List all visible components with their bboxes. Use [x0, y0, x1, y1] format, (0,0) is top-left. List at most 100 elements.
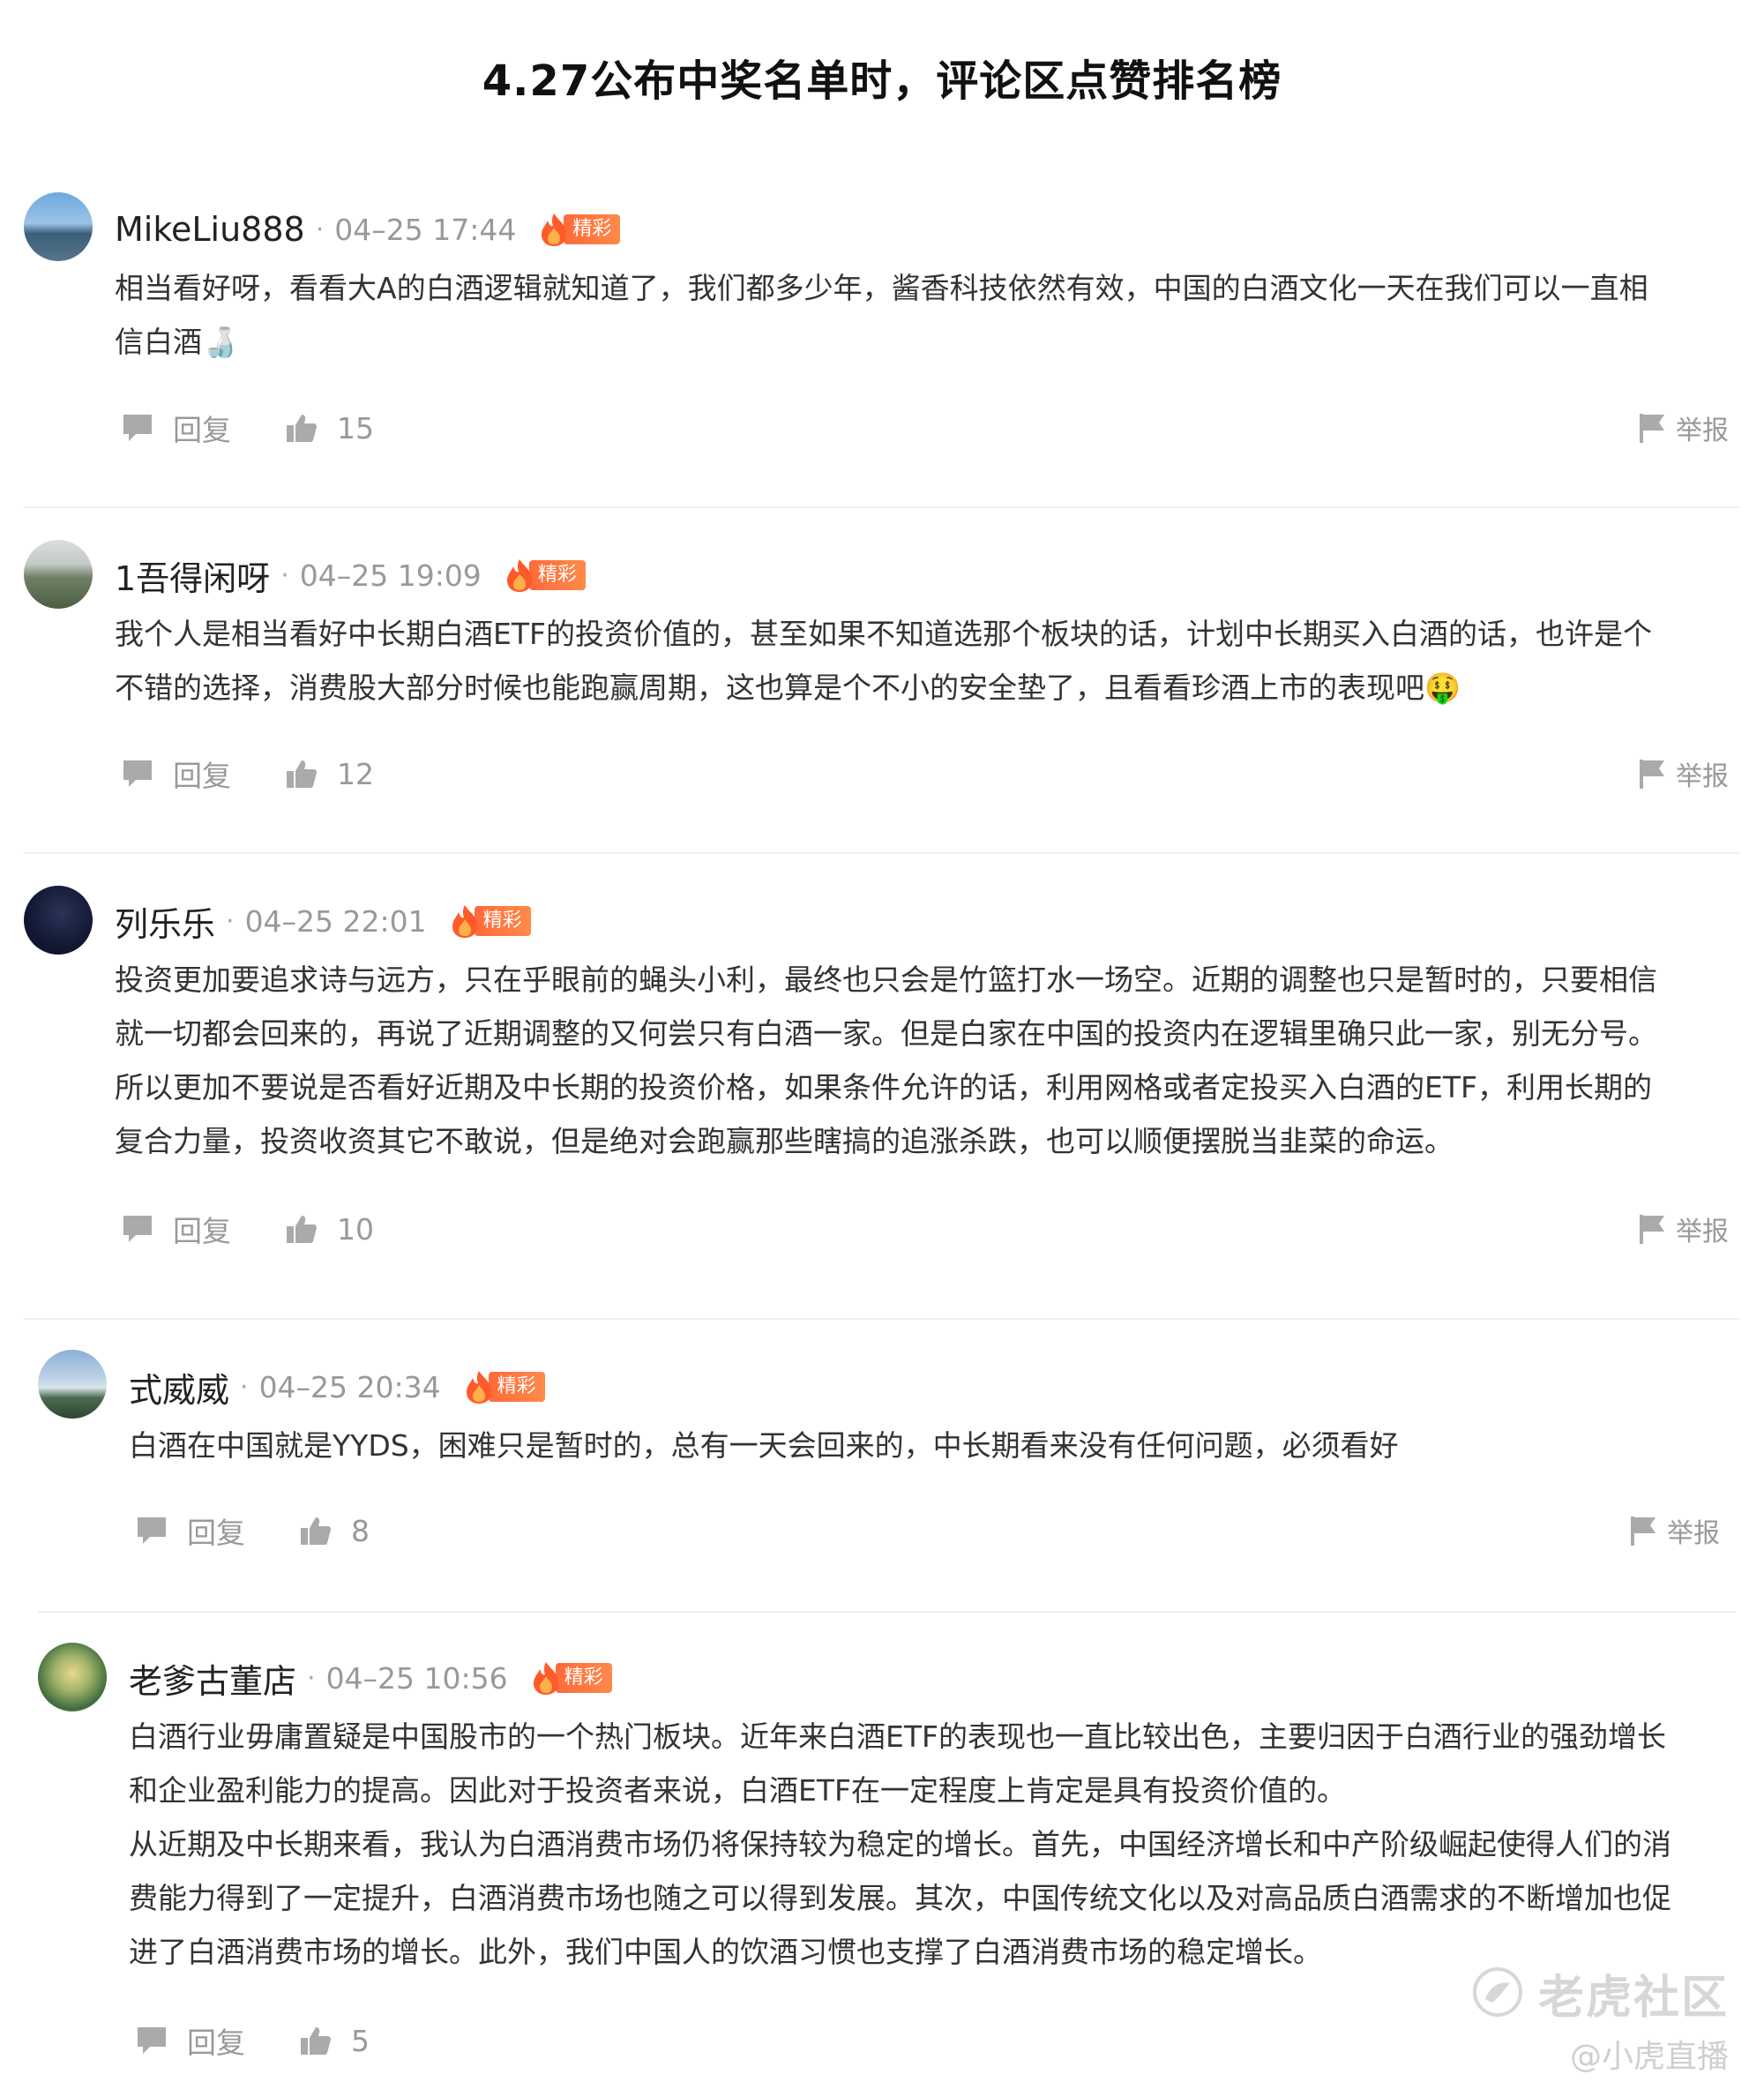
- watermark: 老虎社区: [1471, 1960, 1729, 2026]
- thumbs-up-icon: [286, 759, 318, 789]
- timestamp: 04–25 22:01: [244, 903, 427, 939]
- comment-actions: 回复 12 举报: [115, 752, 1738, 796]
- page-title: 4.27公布中奖名单时，评论区点赞排名榜: [482, 56, 1282, 106]
- comment-body: 白酒行业毋庸置疑是中国股市的一个热门板块。近年来白酒ETF的表现也一直比较出色，…: [129, 1710, 1743, 1979]
- reply-label: 回复: [173, 759, 231, 793]
- comment-line: 从近期及中长期来看，我认为白酒消费市场仍将保持较为稳定的增长。首先，中国经济增长…: [129, 1827, 1671, 1861]
- report-button[interactable]: 举报: [1630, 1511, 1720, 1550]
- timestamp: 04–25 10:56: [325, 1660, 508, 1696]
- avatar[interactable]: [38, 1643, 107, 1711]
- report-button[interactable]: 举报: [1639, 408, 1729, 447]
- report-label: 举报: [1676, 1217, 1729, 1247]
- watermark-brand: 老虎社区: [1537, 1972, 1729, 2025]
- divider: [38, 1611, 1736, 1613]
- like-button[interactable]: 12: [286, 757, 374, 791]
- comment-line: 费能力得到了一定提升，白酒消费市场也随之可以得到发展。其次，中国传统文化以及对高…: [129, 1881, 1671, 1915]
- watermark-sub: @小虎直播: [1569, 2039, 1729, 2075]
- featured-badge: 精彩: [450, 903, 531, 939]
- reply-label: 回复: [187, 1516, 245, 1550]
- avatar[interactable]: [24, 540, 93, 609]
- timestamp: 04–25 17:44: [334, 212, 517, 247]
- comment-line: 我个人是相当看好中长期白酒ETF的投资价值的，甚至如果不知道选那个板块的话，计划…: [115, 617, 1652, 651]
- comment-line: 相当看好呀，看看大A的白酒逻辑就知道了，我们都多少年，酱香科技依然有效，中国的白…: [115, 271, 1648, 305]
- flame-icon: [464, 1369, 494, 1404]
- avatar[interactable]: [24, 886, 93, 955]
- tiger-logo-icon: [1471, 1966, 1524, 2022]
- username[interactable]: 式威威: [129, 1363, 229, 1412]
- comment-actions: 回复 10 举报: [115, 1207, 1738, 1251]
- separator-dot: ·: [240, 1371, 249, 1403]
- flag-icon: [1630, 1516, 1656, 1546]
- badge-label: 精彩: [564, 214, 621, 244]
- separator-dot: ·: [315, 213, 325, 245]
- username[interactable]: 列乐乐: [115, 897, 215, 946]
- flame-icon: [450, 903, 480, 939]
- comment-line: 信白酒🍶: [115, 325, 239, 359]
- comment-body: 投资更加要追求诗与远方，只在乎眼前的蝇头小利，最终也只会是竹篮打水一场空。近期的…: [115, 953, 1729, 1168]
- timestamp: 04–25 20:34: [258, 1369, 441, 1404]
- reply-button[interactable]: 回复: [122, 1208, 231, 1250]
- comment-line: 投资更加要追求诗与远方，只在乎眼前的蝇头小利，最终也只会是竹篮打水一场空。近期的…: [115, 962, 1657, 997]
- reply-button[interactable]: 回复: [136, 1509, 245, 1552]
- avatar[interactable]: [24, 192, 93, 261]
- thumbs-up-icon: [300, 1516, 332, 1546]
- comment-line: 和企业盈利能力的提高。因此对于投资者来说，白酒ETF在一定程度上肯定是具有投资价…: [129, 1773, 1346, 1808]
- report-button[interactable]: 举报: [1639, 754, 1729, 793]
- divider: [24, 506, 1739, 508]
- reply-icon: [136, 2026, 168, 2056]
- reply-label: 回复: [173, 413, 231, 447]
- username[interactable]: 老爹古董店: [129, 1654, 296, 1703]
- separator-dot: ·: [226, 905, 235, 937]
- comment-line: 不错的选择，消费股大部分时候也能跑赢周期，这也算是个不小的安全垫了，且看看珍酒上…: [115, 670, 1461, 705]
- reply-label: 回复: [187, 2026, 245, 2060]
- separator-dot: ·: [280, 559, 289, 591]
- comment-line: 白酒行业毋庸置疑是中国股市的一个热门板块。近年来白酒ETF的表现也一直比较出色，…: [129, 1719, 1666, 1754]
- comment-body: 我个人是相当看好中长期白酒ETF的投资价值的，甚至如果不知道选那个板块的话，计划…: [115, 607, 1729, 715]
- like-button[interactable]: 15: [286, 411, 374, 446]
- badge-label: 精彩: [474, 906, 531, 936]
- reply-button[interactable]: 回复: [122, 753, 231, 795]
- reply-button[interactable]: 回复: [136, 2019, 245, 2062]
- like-button[interactable]: 8: [300, 1514, 370, 1548]
- divider: [24, 852, 1739, 854]
- like-button[interactable]: 5: [300, 2024, 370, 2058]
- like-button[interactable]: 10: [286, 1212, 374, 1247]
- flame-icon: [531, 1660, 561, 1696]
- featured-badge: 精彩: [505, 558, 586, 593]
- reply-button[interactable]: 回复: [122, 407, 231, 449]
- report-label: 举报: [1676, 761, 1729, 792]
- flag-icon: [1639, 1214, 1665, 1244]
- report-button[interactable]: 举报: [1639, 1210, 1729, 1248]
- comment-line: 所以更加不要说是否看好近期及中长期的投资价格，如果条件允许的话，利用网格或者定投…: [115, 1070, 1652, 1105]
- featured-badge: 精彩: [539, 212, 621, 247]
- flag-icon: [1639, 413, 1665, 443]
- thumbs-up-icon: [286, 1214, 318, 1244]
- badge-label: 精彩: [528, 560, 586, 590]
- flag-icon: [1639, 759, 1665, 789]
- report-label: 举报: [1676, 416, 1729, 446]
- reply-icon: [122, 759, 153, 789]
- report-label: 举报: [1667, 1518, 1720, 1549]
- thumbs-up-icon: [300, 2026, 332, 2056]
- comment-line: 复合力量，投资收资其它不敢说，但是绝对会跑赢那些瞎搞的追涨杀跌，也可以顺便摆脱当…: [115, 1124, 1454, 1158]
- comment-actions: 回复 8 举报: [129, 1509, 1729, 1553]
- comment-line: 就一切都会回来的，再说了近期调整的又何尝只有白酒一家。但是白家在中国的投资内在逻…: [115, 1016, 1657, 1051]
- featured-badge: 精彩: [531, 1660, 612, 1696]
- badge-label: 精彩: [555, 1663, 612, 1693]
- comment-body: 白酒在中国就是YYDS，困难只是暂时的，总有一天会回来的，中长期看来没有任何问题…: [129, 1419, 1743, 1472]
- reply-label: 回复: [173, 1214, 231, 1248]
- username[interactable]: MikeLiu888: [115, 210, 305, 249]
- featured-badge: 精彩: [464, 1369, 545, 1404]
- timestamp: 04–25 19:09: [299, 558, 482, 593]
- like-count: 5: [351, 2023, 370, 2058]
- reply-icon: [122, 413, 153, 443]
- like-count: 8: [351, 1513, 370, 1548]
- flame-icon: [505, 558, 534, 593]
- like-count: 12: [337, 756, 374, 791]
- username[interactable]: 1吾得闲呀: [115, 551, 270, 600]
- avatar[interactable]: [38, 1350, 107, 1419]
- like-count: 10: [337, 1211, 374, 1247]
- like-count: 15: [337, 410, 374, 446]
- comment-line: 白酒在中国就是YYDS，困难只是暂时的，总有一天会回来的，中长期看来没有任何问题…: [129, 1428, 1399, 1463]
- thumbs-up-icon: [286, 413, 318, 443]
